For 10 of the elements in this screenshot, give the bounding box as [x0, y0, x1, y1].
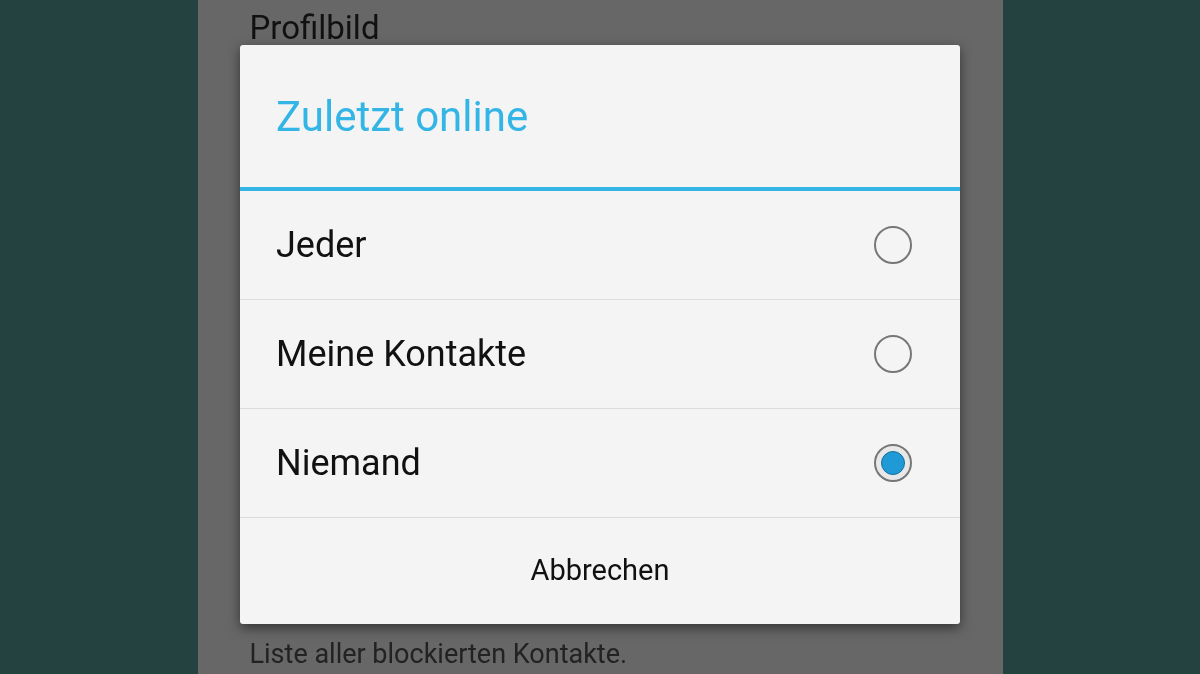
radio-button[interactable] [874, 444, 912, 482]
radio-button[interactable] [874, 226, 912, 264]
radio-button[interactable] [874, 335, 912, 373]
cancel-button[interactable]: Abbrechen [240, 518, 960, 624]
option-row[interactable]: Niemand [240, 409, 960, 518]
dialog-title: Zuletzt online [276, 90, 529, 143]
option-row[interactable]: Meine Kontakte [240, 300, 960, 409]
setting-description: Liste aller blockierten Kontakte. [249, 638, 628, 670]
option-row[interactable]: Jeder [240, 191, 960, 300]
setting-label: Profilbild [249, 8, 380, 47]
